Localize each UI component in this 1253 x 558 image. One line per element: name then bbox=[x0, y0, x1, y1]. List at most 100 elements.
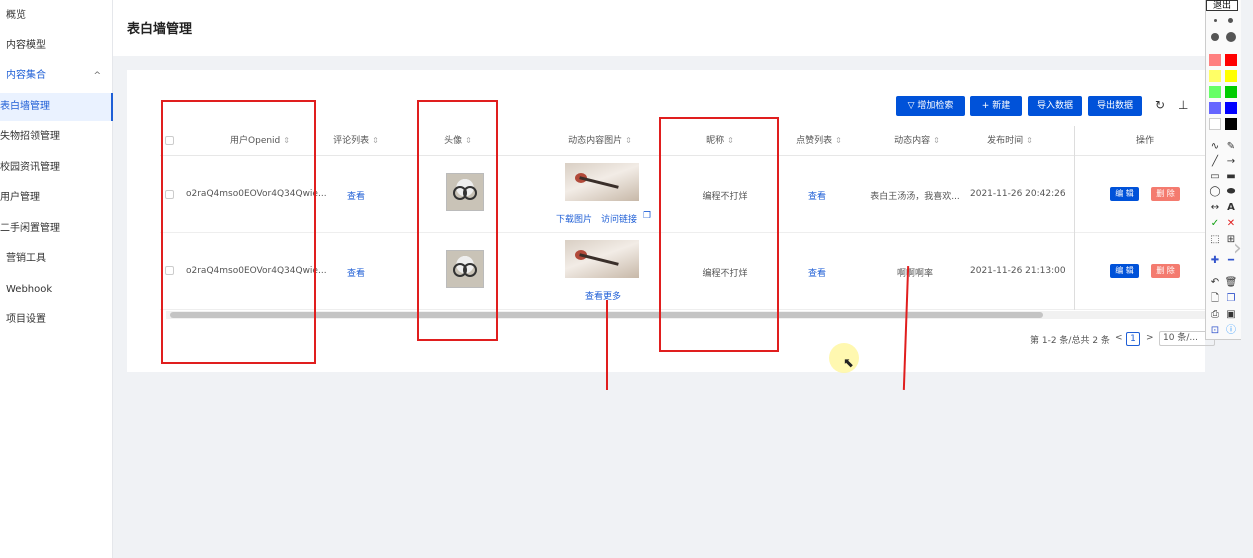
chevron-up-icon: ^ bbox=[93, 71, 101, 81]
new-page-icon[interactable]: 🗋 bbox=[1208, 293, 1222, 305]
freehand-pen-icon[interactable]: ∿ bbox=[1208, 141, 1222, 153]
visit-link[interactable]: 访问链接 bbox=[600, 212, 638, 225]
column-header-label: 操作 bbox=[1135, 136, 1154, 146]
column-header-comments[interactable]: 评论列表 ⇕ bbox=[320, 126, 392, 156]
sidebar-item-confession-wall[interactable]: 表白墙管理 bbox=[0, 93, 113, 121]
publish-time-cell: 2021-11-26 20:42:26 bbox=[970, 189, 1066, 199]
new-label: 新建 bbox=[992, 101, 1011, 111]
column-header-likes[interactable]: 点赞列表 ⇕ bbox=[784, 126, 854, 156]
text-tool-icon[interactable]: A bbox=[1224, 202, 1238, 214]
page-size-label: 10 条/... bbox=[1163, 333, 1198, 343]
sort-icon: ⇕ bbox=[625, 136, 632, 145]
color-swatch-red[interactable] bbox=[1225, 54, 1237, 66]
sidebar-item-webhook[interactable]: Webhook bbox=[0, 276, 113, 304]
color-swatch-yellow[interactable] bbox=[1225, 70, 1237, 82]
color-swatch-black[interactable] bbox=[1225, 118, 1237, 130]
checkmark-icon[interactable]: ✓ bbox=[1208, 218, 1222, 230]
color-swatch-white[interactable] bbox=[1209, 118, 1221, 130]
sidebar-item-label: 二手闲置管理 bbox=[0, 223, 60, 234]
sidebar-item-label: Webhook bbox=[6, 284, 53, 295]
arrow-tool-icon[interactable]: → bbox=[1224, 156, 1238, 168]
import-label: 导入数据 bbox=[1036, 101, 1073, 111]
content-image bbox=[565, 240, 639, 278]
info-icon[interactable]: ⓘ bbox=[1224, 325, 1238, 337]
rectangle-tool-icon[interactable]: ▭ bbox=[1208, 171, 1222, 183]
sidebar-item-label: 校园资讯管理 bbox=[0, 162, 60, 173]
column-header-label: 发布时间 bbox=[987, 136, 1024, 146]
sidebar-item-campus-news[interactable]: 校园资讯管理 bbox=[0, 154, 113, 182]
undo-icon[interactable]: ↶ bbox=[1208, 277, 1222, 289]
content-cell: 表白王汤汤，我喜欢... bbox=[870, 192, 960, 202]
content-image bbox=[565, 163, 639, 201]
new-button[interactable]: + 新建 bbox=[970, 96, 1022, 116]
sidebar-item-lost-found[interactable]: 失物招领管理 bbox=[0, 123, 113, 151]
next-page-button[interactable]: > bbox=[1146, 333, 1154, 343]
comments-view-link[interactable]: 查看 bbox=[320, 189, 392, 202]
edit-button[interactable]: 编 辑 bbox=[1110, 187, 1139, 201]
comments-view-link[interactable]: 查看 bbox=[320, 266, 392, 279]
view-more-link[interactable]: 查看更多 bbox=[580, 289, 626, 302]
delete-button[interactable]: 删 除 bbox=[1151, 264, 1180, 278]
trash-icon[interactable]: 🗑 bbox=[1224, 277, 1238, 289]
ellipse-tool-icon[interactable]: ◯ bbox=[1208, 186, 1222, 198]
screenshot-icon[interactable]: ⊡ bbox=[1208, 325, 1222, 337]
annotation-box-nickname bbox=[659, 117, 779, 352]
sidebar: 概览 内容模型 内容集合 ^ 表白墙管理 失物招领管理 校园资讯管理 用户管理 二… bbox=[0, 0, 113, 558]
page-number-current[interactable]: 1 bbox=[1126, 332, 1140, 346]
sidebar-item-content-model[interactable]: 内容模型 bbox=[0, 32, 113, 60]
color-swatch-light-red[interactable] bbox=[1209, 54, 1221, 66]
plus-icon: + bbox=[981, 101, 993, 111]
color-swatch-light-green[interactable] bbox=[1209, 86, 1221, 98]
sidebar-item-users[interactable]: 用户管理 bbox=[0, 184, 113, 212]
print-icon[interactable]: ⎙ bbox=[1208, 309, 1222, 321]
sidebar-group-content-collection[interactable]: 内容集合 ^ bbox=[0, 62, 113, 90]
highlighter-icon[interactable]: ✎ bbox=[1224, 141, 1238, 153]
filled-ellipse-tool-icon[interactable]: ⬬ bbox=[1224, 186, 1238, 198]
likes-view-link[interactable]: 查看 bbox=[782, 266, 852, 279]
column-header-content[interactable]: 动态内容 ⇕ bbox=[872, 126, 962, 156]
mouse-cursor-icon: ⬉ bbox=[843, 356, 854, 371]
sort-icon: ⇕ bbox=[1026, 136, 1033, 145]
zoom-in-icon[interactable]: ✚ bbox=[1208, 255, 1222, 267]
chevron-right-icon[interactable]: › bbox=[1233, 236, 1242, 261]
funnel-icon: ▽ bbox=[907, 101, 918, 111]
prev-page-button[interactable]: < bbox=[1115, 333, 1123, 343]
sidebar-item-label: 营销工具 bbox=[6, 253, 46, 264]
close-icon[interactable]: ✕ bbox=[1224, 218, 1238, 230]
column-header-content-images[interactable]: 动态内容图片 ⇕ bbox=[550, 126, 650, 156]
sidebar-item-marketing[interactable]: 营销工具 bbox=[0, 245, 113, 273]
pen-size-large-icon[interactable] bbox=[1211, 33, 1219, 41]
pen-size-xlarge-icon[interactable] bbox=[1226, 32, 1236, 42]
annotation-arrow-images bbox=[606, 300, 608, 390]
select-tool-icon[interactable]: ⬚ bbox=[1208, 234, 1222, 246]
sidebar-item-project-settings[interactable]: 项目设置 bbox=[0, 306, 113, 334]
double-arrow-tool-icon[interactable]: ↔ bbox=[1208, 202, 1222, 214]
copy-icon[interactable]: ❐ bbox=[641, 211, 653, 221]
column-header-publish-time[interactable]: 发布时间 ⇕ bbox=[970, 126, 1050, 156]
density-icon[interactable]: ⊥ bbox=[1178, 98, 1188, 112]
pen-size-medium-icon[interactable] bbox=[1228, 18, 1233, 23]
delete-button[interactable]: 删 除 bbox=[1151, 187, 1180, 201]
line-tool-icon[interactable]: ╱ bbox=[1208, 156, 1222, 168]
quit-button[interactable]: 退出 bbox=[1206, 0, 1238, 11]
pen-size-small-icon[interactable] bbox=[1214, 19, 1217, 22]
edit-button[interactable]: 编 辑 bbox=[1110, 264, 1139, 278]
save-icon[interactable]: ▣ bbox=[1224, 309, 1238, 321]
color-swatch-light-blue[interactable] bbox=[1209, 102, 1221, 114]
column-header-actions: 操作 bbox=[1110, 126, 1180, 156]
likes-view-link[interactable]: 查看 bbox=[782, 189, 852, 202]
color-swatch-blue[interactable] bbox=[1225, 102, 1237, 114]
color-swatch-light-yellow[interactable] bbox=[1209, 70, 1221, 82]
copy-page-icon[interactable]: ❐ bbox=[1224, 293, 1238, 305]
add-search-button[interactable]: ▽ 增加检索 bbox=[896, 96, 965, 116]
column-header-label: 评论列表 bbox=[333, 136, 370, 146]
refresh-icon[interactable]: ↻ bbox=[1155, 98, 1165, 112]
color-swatch-green[interactable] bbox=[1225, 86, 1237, 98]
sidebar-item-second-hand[interactable]: 二手闲置管理 bbox=[0, 215, 113, 243]
export-button[interactable]: 导出数据 bbox=[1088, 96, 1142, 116]
filled-rectangle-tool-icon[interactable]: ▬ bbox=[1224, 171, 1238, 183]
download-image-link[interactable]: 下载图片 bbox=[555, 212, 593, 225]
sidebar-item-overview[interactable]: 概览 bbox=[0, 2, 113, 30]
publish-time-cell: 2021-11-26 21:13:00 bbox=[970, 266, 1066, 276]
import-button[interactable]: 导入数据 bbox=[1028, 96, 1082, 116]
